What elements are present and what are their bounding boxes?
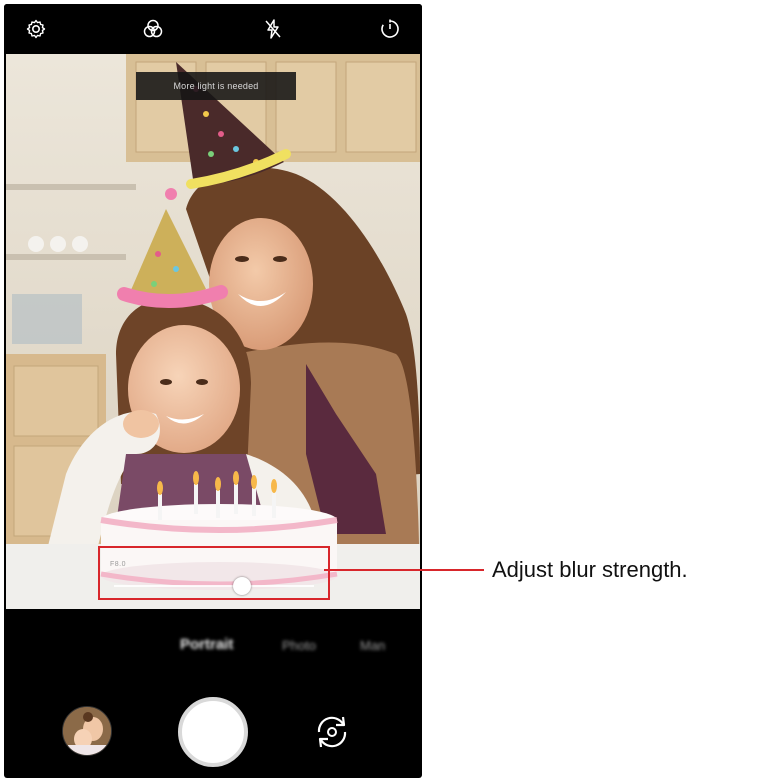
flash-off-icon[interactable] [261, 17, 285, 41]
mode-portrait[interactable]: Portrait [180, 636, 233, 653]
filter-icon[interactable] [141, 17, 165, 41]
callout-line [324, 569, 484, 571]
blur-slider-thumb[interactable] [233, 577, 251, 595]
blur-slider-track[interactable] [114, 585, 314, 587]
camera-bottom-controls [4, 684, 422, 778]
settings-icon[interactable] [24, 17, 48, 41]
camera-viewfinder[interactable]: More light is needed F8.0 [6, 54, 420, 609]
camera-top-bar [4, 4, 422, 54]
low-light-toast: More light is needed [136, 72, 296, 100]
callout-text: Adjust blur strength. [492, 557, 688, 582]
blur-value-label: F8.0 [110, 561, 127, 568]
timer-icon[interactable] [378, 17, 402, 41]
gallery-thumbnail[interactable] [62, 706, 112, 756]
shutter-button[interactable] [178, 697, 248, 767]
preview-image [6, 54, 420, 609]
mode-manual[interactable]: Man [360, 638, 385, 653]
mode-selector: Portrait Photo Man [4, 636, 422, 660]
switch-camera-icon[interactable] [309, 712, 355, 752]
mode-photo[interactable]: Photo [282, 638, 316, 653]
blur-strength-control[interactable]: F8.0 [98, 546, 330, 600]
phone-screen: More light is needed F8.0 Portrait Photo… [4, 4, 422, 778]
